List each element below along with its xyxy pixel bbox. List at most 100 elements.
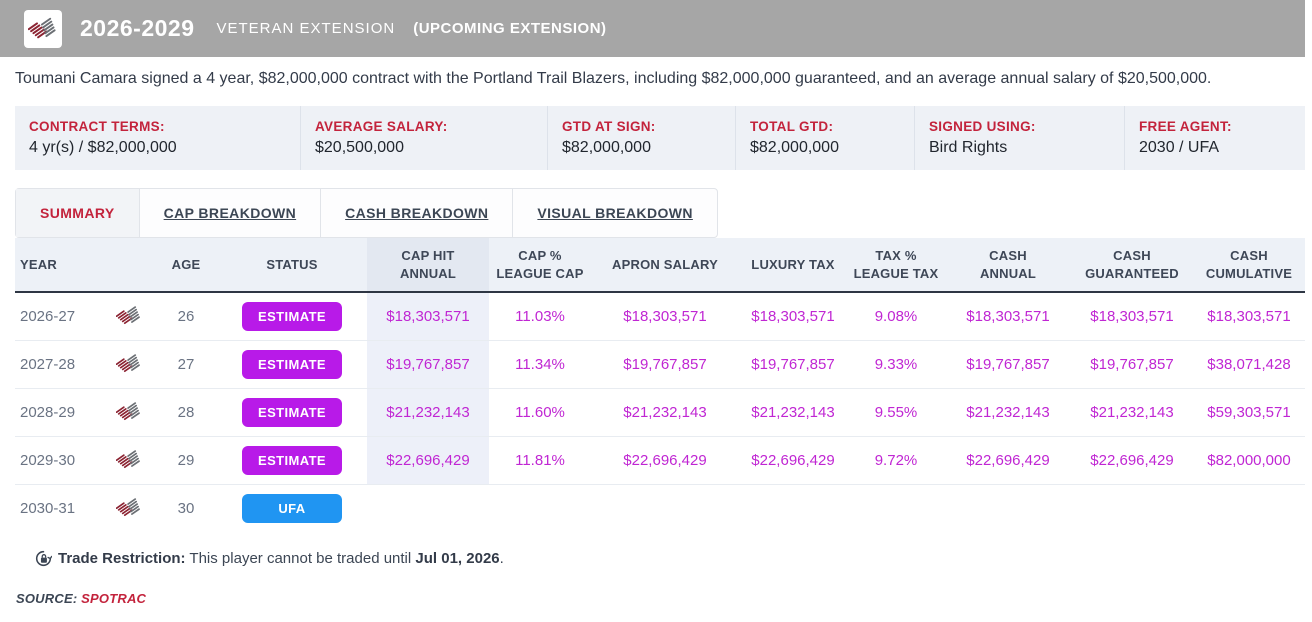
trade-restriction-label: Trade Restriction: bbox=[58, 550, 186, 567]
cell-cap-pct: 11.81% bbox=[489, 436, 591, 484]
term-gtd-at-sign: GTD AT SIGN: $82,000,000 bbox=[547, 106, 735, 170]
cell-apron-salary: $18,303,571 bbox=[591, 292, 739, 340]
trade-restriction-period: . bbox=[500, 550, 504, 567]
table-header-row: YEAR AGE STATUS CAP HIT ANNUAL CAP % LEA… bbox=[15, 238, 1305, 292]
contract-note-label: (UPCOMING EXTENSION) bbox=[413, 20, 606, 37]
cell-cash-guaranteed: $19,767,857 bbox=[1071, 340, 1193, 388]
cell-age: 26 bbox=[155, 292, 217, 340]
trail-blazers-logo-icon bbox=[28, 14, 58, 44]
cell-cap-hit: $21,232,143 bbox=[367, 388, 489, 436]
team-logo-cell bbox=[103, 484, 155, 532]
term-value: 4 yr(s) / $82,000,000 bbox=[29, 139, 300, 157]
trade-restriction-body: This player cannot be traded until bbox=[186, 550, 416, 567]
tab-cash-breakdown[interactable]: CASH BREAKDOWN bbox=[321, 189, 513, 237]
team-logo-cell bbox=[103, 436, 155, 484]
cell-cash-annual: $19,767,857 bbox=[945, 340, 1071, 388]
trail-blazers-logo-icon bbox=[116, 447, 142, 473]
cell-cash-annual: $18,303,571 bbox=[945, 292, 1071, 340]
cell-cash-annual: $22,696,429 bbox=[945, 436, 1071, 484]
trade-restriction-note: Trade Restriction: This player cannot be… bbox=[35, 550, 1305, 567]
cell-cap-hit: $19,767,857 bbox=[367, 340, 489, 388]
cell-age: 30 bbox=[155, 484, 217, 532]
cell-age: 28 bbox=[155, 388, 217, 436]
col-header-status: STATUS bbox=[217, 238, 367, 292]
team-logo-cell bbox=[103, 388, 155, 436]
term-label: TOTAL GTD: bbox=[750, 119, 914, 134]
cell-tax-pct: 9.72% bbox=[847, 436, 945, 484]
term-average-salary: AVERAGE SALARY: $20,500,000 bbox=[300, 106, 547, 170]
trail-blazers-logo-icon bbox=[116, 399, 142, 425]
team-logo-cell bbox=[103, 340, 155, 388]
contract-header-banner: 2026-2029 VETERAN EXTENSION (UPCOMING EX… bbox=[0, 0, 1305, 57]
source-label: SOURCE: bbox=[16, 591, 81, 606]
tab-summary[interactable]: SUMMARY bbox=[16, 189, 140, 237]
status-badge: ESTIMATE bbox=[242, 302, 342, 331]
col-header-cap-pct: CAP % LEAGUE CAP bbox=[489, 238, 591, 292]
cell-status: ESTIMATE bbox=[217, 388, 367, 436]
term-label: GTD AT SIGN: bbox=[562, 119, 735, 134]
cell-cash-cumulative bbox=[1193, 484, 1305, 532]
tab-visual-breakdown[interactable]: VISUAL BREAKDOWN bbox=[513, 189, 716, 237]
term-free-agent: FREE AGENT: 2030 / UFA bbox=[1124, 106, 1305, 170]
trail-blazers-logo-icon bbox=[116, 351, 142, 377]
term-value: $82,000,000 bbox=[562, 139, 735, 157]
status-badge: ESTIMATE bbox=[242, 398, 342, 427]
cell-apron-salary: $21,232,143 bbox=[591, 388, 739, 436]
table-row: 2028-29 28 ESTIMATE $21,232,143 11.60% $… bbox=[15, 388, 1305, 436]
cell-status: ESTIMATE bbox=[217, 292, 367, 340]
cell-cash-guaranteed: $18,303,571 bbox=[1071, 292, 1193, 340]
status-badge: UFA bbox=[242, 494, 342, 523]
term-label: SIGNED USING: bbox=[929, 119, 1124, 134]
cell-cap-hit: $22,696,429 bbox=[367, 436, 489, 484]
cell-cash-cumulative: $38,071,428 bbox=[1193, 340, 1305, 388]
term-value: $20,500,000 bbox=[315, 139, 547, 157]
cell-cash-guaranteed bbox=[1071, 484, 1193, 532]
cell-cap-pct: 11.03% bbox=[489, 292, 591, 340]
contract-summary-sentence: Toumani Camara signed a 4 year, $82,000,… bbox=[15, 70, 1305, 88]
cell-luxury-tax bbox=[739, 484, 847, 532]
cell-year: 2027-28 bbox=[15, 340, 103, 388]
tab-cap-breakdown[interactable]: CAP BREAKDOWN bbox=[140, 189, 322, 237]
cell-tax-pct: 9.08% bbox=[847, 292, 945, 340]
trail-blazers-logo-icon bbox=[116, 303, 142, 329]
col-header-cash-cumulative: CASH CUMULATIVE bbox=[1193, 238, 1305, 292]
cell-cap-pct: 11.60% bbox=[489, 388, 591, 436]
breakdown-tabs: SUMMARY CAP BREAKDOWN CASH BREAKDOWN VIS… bbox=[15, 188, 718, 238]
col-header-apron-salary: APRON SALARY bbox=[591, 238, 739, 292]
team-logo-cell bbox=[103, 292, 155, 340]
cell-luxury-tax: $22,696,429 bbox=[739, 436, 847, 484]
term-value: 2030 / UFA bbox=[1139, 139, 1305, 157]
trail-blazers-logo-icon bbox=[116, 495, 142, 521]
contract-years: 2026-2029 bbox=[80, 15, 195, 42]
cell-status: ESTIMATE bbox=[217, 340, 367, 388]
term-value: $82,000,000 bbox=[750, 139, 914, 157]
term-total-gtd: TOTAL GTD: $82,000,000 bbox=[735, 106, 914, 170]
cell-tax-pct: 9.55% bbox=[847, 388, 945, 436]
cell-cash-annual bbox=[945, 484, 1071, 532]
cell-cash-cumulative: $18,303,571 bbox=[1193, 292, 1305, 340]
cell-year: 2028-29 bbox=[15, 388, 103, 436]
col-header-year: YEAR bbox=[15, 238, 103, 292]
trade-restriction-date: Jul 01, 2026 bbox=[415, 550, 499, 567]
cell-age: 27 bbox=[155, 340, 217, 388]
cell-cap-hit: $18,303,571 bbox=[367, 292, 489, 340]
status-badge: ESTIMATE bbox=[242, 446, 342, 475]
cell-age: 29 bbox=[155, 436, 217, 484]
cell-cap-pct bbox=[489, 484, 591, 532]
cell-apron-salary: $22,696,429 bbox=[591, 436, 739, 484]
col-header-cash-annual: CASH ANNUAL bbox=[945, 238, 1071, 292]
cell-apron-salary: $19,767,857 bbox=[591, 340, 739, 388]
cell-luxury-tax: $21,232,143 bbox=[739, 388, 847, 436]
table-row: 2029-30 29 ESTIMATE $22,696,429 11.81% $… bbox=[15, 436, 1305, 484]
cell-year: 2030-31 bbox=[15, 484, 103, 532]
cell-cap-hit bbox=[367, 484, 489, 532]
col-header-age: AGE bbox=[155, 238, 217, 292]
spotrac-link[interactable]: SPOTRAC bbox=[81, 591, 146, 606]
source-line: SOURCE: SPOTRAC bbox=[16, 591, 1305, 606]
cell-cap-pct: 11.34% bbox=[489, 340, 591, 388]
table-row: 2027-28 27 ESTIMATE $19,767,857 11.34% $… bbox=[15, 340, 1305, 388]
cell-luxury-tax: $18,303,571 bbox=[739, 292, 847, 340]
trade-lock-icon bbox=[35, 550, 52, 567]
col-header-cap-hit: CAP HIT ANNUAL bbox=[367, 238, 489, 292]
salary-table: YEAR AGE STATUS CAP HIT ANNUAL CAP % LEA… bbox=[15, 238, 1305, 532]
